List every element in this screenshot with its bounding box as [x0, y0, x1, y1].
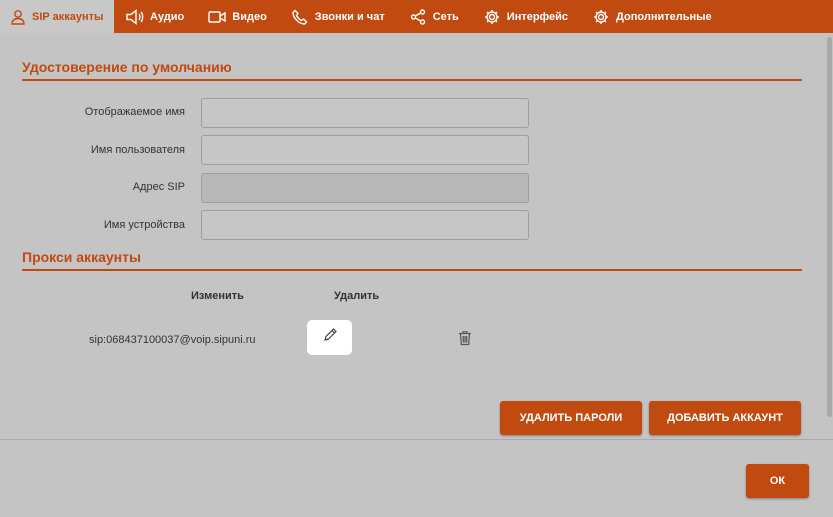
tab-label: Сеть [432, 10, 459, 23]
tab-audio[interactable]: Аудио [114, 0, 196, 33]
display-name-label: Отображаемое имя [84, 106, 185, 118]
phone-icon [291, 8, 309, 26]
tab-interface[interactable]: Интерфейс [471, 0, 580, 33]
tab-label: Интерфейс [506, 10, 569, 23]
footer-divider [0, 439, 833, 440]
settings-tabbar: SIP аккаунты Аудио Видео Звонки и чат Се… [0, 0, 833, 33]
share-network-icon [409, 8, 427, 26]
scrollbar-thumb[interactable] [827, 37, 832, 417]
column-header-delete: Удалить [334, 290, 380, 302]
display-name-input[interactable] [201, 98, 529, 128]
gear-icon [592, 8, 610, 26]
tab-label: Дополнительные [616, 10, 712, 23]
tab-label: Звонки и чат [314, 10, 385, 23]
add-account-button[interactable]: ДОБАВИТЬ АККАУНТ [649, 401, 801, 435]
delete-passwords-button[interactable]: УДАЛИТЬ ПАРОЛИ [500, 401, 642, 435]
sip-address-input [201, 173, 529, 203]
edit-account-button[interactable] [307, 320, 352, 355]
video-camera-icon [208, 8, 226, 26]
ok-button[interactable]: ОК [746, 464, 809, 498]
tab-video[interactable]: Видео [196, 0, 279, 33]
tab-sip-accounts[interactable]: SIP аккаунты [0, 0, 114, 33]
tab-label: Аудио [150, 10, 185, 23]
username-label: Имя пользователя [90, 144, 185, 156]
tab-label: Видео [232, 10, 267, 23]
section-divider [22, 269, 802, 271]
user-icon [10, 8, 26, 26]
proxy-account-address: sip:068437100037@voip.sipuni.ru [89, 334, 256, 346]
tab-calls-chat[interactable]: Звонки и чат [279, 0, 397, 33]
section-title-proxy-accounts: Прокси аккаунты [22, 249, 141, 265]
delete-account-button[interactable] [456, 330, 474, 350]
gear-icon [483, 8, 501, 26]
device-name-input[interactable] [201, 210, 529, 240]
tab-advanced[interactable]: Дополнительные [580, 0, 724, 33]
section-divider [22, 79, 802, 81]
username-input[interactable] [201, 135, 529, 165]
tab-network[interactable]: Сеть [397, 0, 471, 33]
column-header-edit: Изменить [191, 290, 244, 302]
trash-icon [458, 330, 472, 351]
device-name-label: Имя устройства [103, 219, 185, 231]
section-title-default-identity: Удостоверение по умолчанию [22, 59, 232, 75]
sip-address-label: Адрес SIP [132, 181, 185, 193]
scrollbar[interactable] [825, 33, 833, 439]
tab-label: SIP аккаунты [32, 10, 104, 23]
pencil-icon [322, 327, 338, 348]
speaker-icon [126, 8, 144, 26]
